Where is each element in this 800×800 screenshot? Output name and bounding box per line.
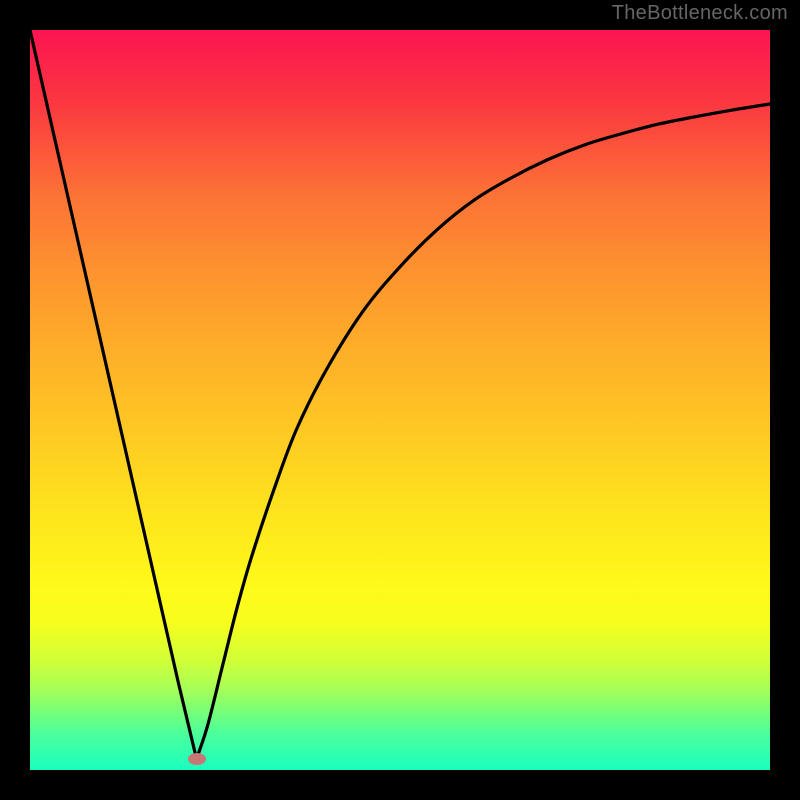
plot-area xyxy=(30,30,770,770)
curve-left-branch xyxy=(30,30,197,759)
bottleneck-marker xyxy=(188,753,206,765)
curve-svg xyxy=(30,30,770,770)
curve-right-branch xyxy=(197,104,771,759)
attribution-text: TheBottleneck.com xyxy=(612,2,788,25)
chart-frame: TheBottleneck.com xyxy=(0,0,800,800)
